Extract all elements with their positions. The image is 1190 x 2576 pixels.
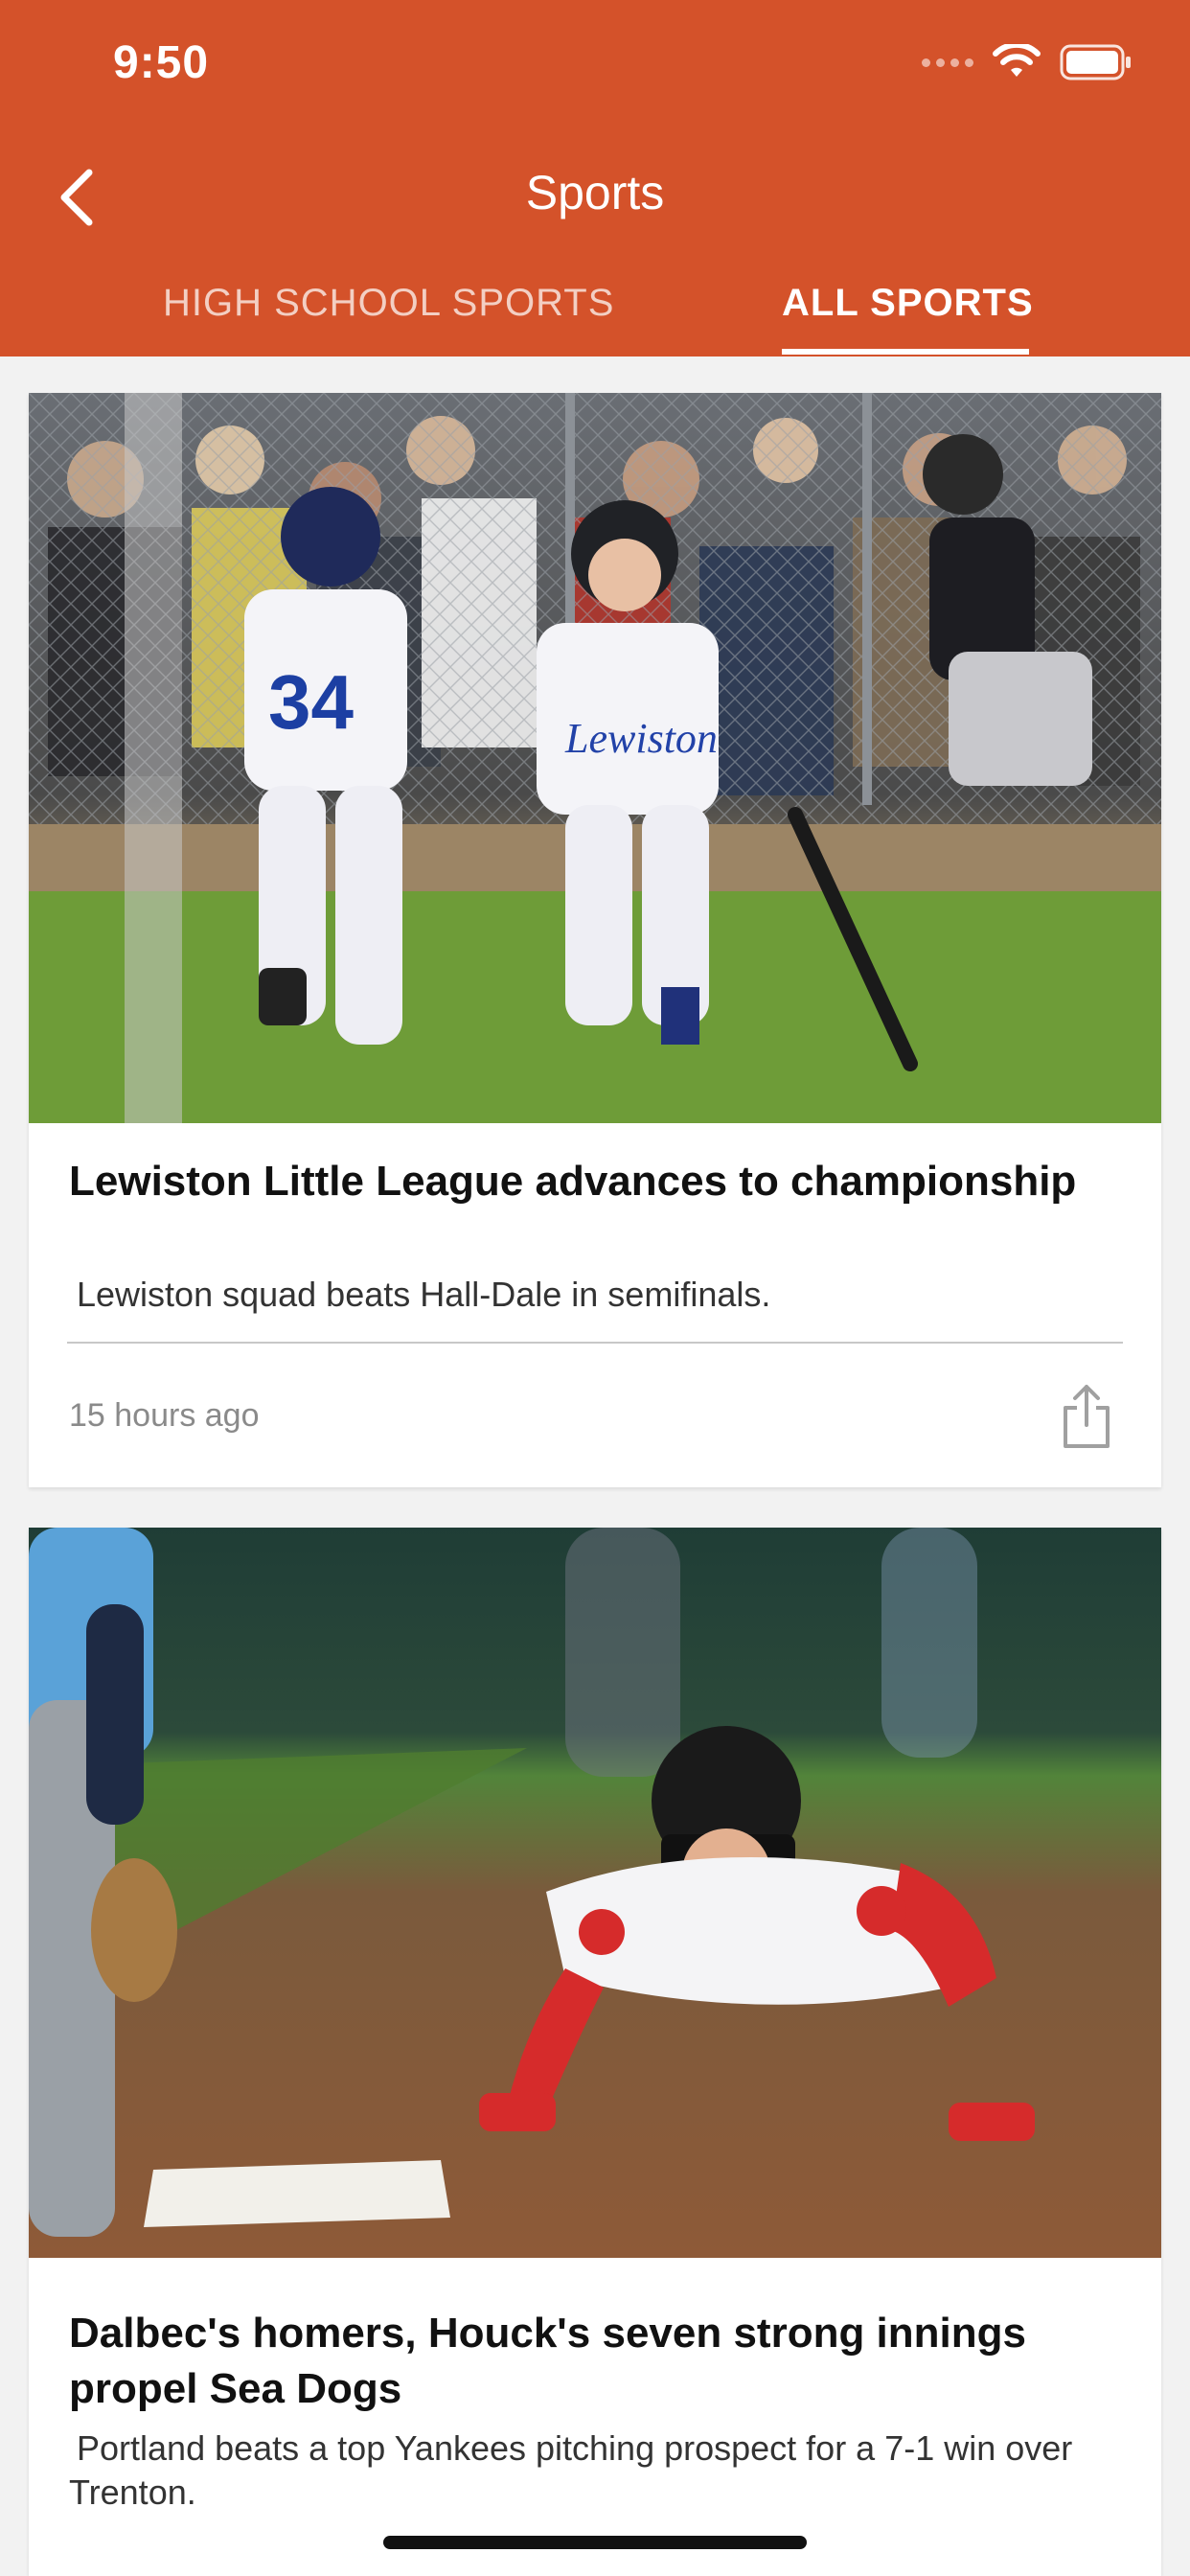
tab-all-sports[interactable]: ALL SPORTS [782, 282, 1034, 325]
share-button[interactable] [1058, 1380, 1115, 1453]
article-headline[interactable]: Lewiston Little League advances to champ… [69, 1154, 1123, 1209]
cellular-signal-icon [922, 58, 973, 67]
share-icon [1064, 1385, 1110, 1448]
article-summary: Lewiston squad beats Hall-Dale in semifi… [77, 1275, 771, 1314]
svg-text:34: 34 [268, 659, 354, 745]
app-header: 9:50 Sports HIGH SCHOOL SPORTS ALL SPORT… [0, 0, 1190, 356]
divider [67, 1342, 1123, 1344]
tab-high-school-sports[interactable]: HIGH SCHOOL SPORTS [163, 282, 614, 325]
article-headline[interactable]: Dalbec's homers, Houck's seven strong in… [69, 2306, 1123, 2417]
active-tab-indicator [782, 349, 1029, 355]
svg-text:Lewiston: Lewiston [564, 715, 718, 762]
article-card[interactable]: 34 Lewiston Lewiston Little League advan… [29, 393, 1161, 1487]
article-card[interactable]: Dalbec's homers, Houck's seven strong in… [29, 1528, 1161, 2576]
wifi-icon [993, 44, 1041, 77]
article-photo[interactable]: 34 Lewiston [29, 393, 1161, 1123]
article-summary: Portland beats a top Yankees pitching pr… [69, 2428, 1073, 2512]
status-time: 9:50 [113, 37, 210, 88]
status-icons [922, 42, 1133, 82]
article-timestamp: 15 hours ago [69, 1397, 260, 1434]
home-indicator[interactable] [383, 2536, 807, 2549]
battery-icon [1060, 44, 1131, 80]
article-photo[interactable] [29, 1528, 1161, 2258]
page-title: Sports [525, 166, 665, 219]
